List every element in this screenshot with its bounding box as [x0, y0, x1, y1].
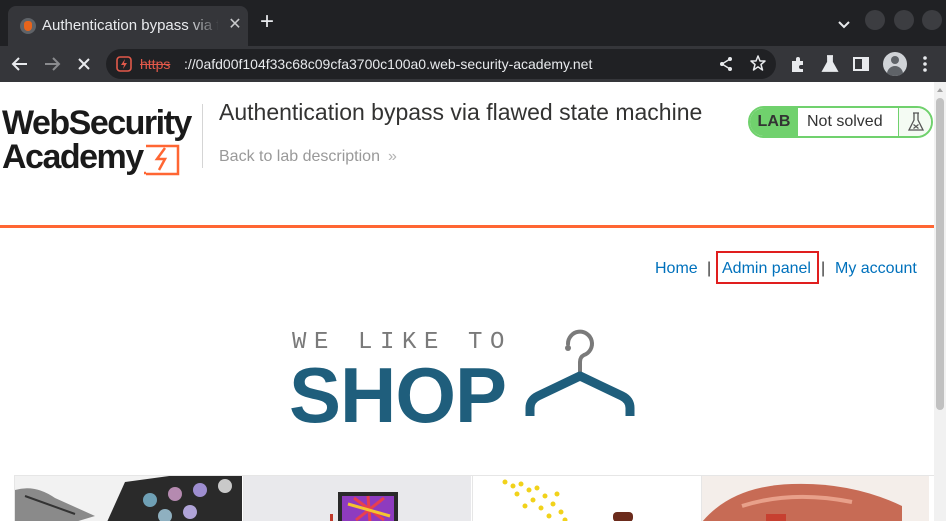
- shop-title: SHOP: [289, 351, 507, 439]
- browser-toolbar: https ://0afd00f104f33c68c09cfa3700c100a…: [0, 46, 946, 82]
- flask-icon-box: [898, 108, 931, 136]
- bookmark-star-icon[interactable]: [749, 54, 767, 72]
- burp-favicon-icon: [20, 18, 36, 34]
- lab-status-badge: LAB Not solved: [748, 106, 933, 138]
- product-card[interactable]: [14, 476, 242, 521]
- product-grid: [14, 475, 934, 521]
- nav-admin-panel-link[interactable]: Admin panel: [722, 260, 811, 278]
- new-tab-button[interactable]: +: [256, 10, 278, 34]
- product-image: [702, 476, 929, 521]
- share-icon[interactable]: [718, 56, 734, 72]
- back-link-label: Back to lab description: [219, 148, 380, 165]
- product-card[interactable]: [243, 476, 471, 521]
- url-scheme: https: [140, 56, 171, 72]
- lab-status-text: Not solved: [807, 113, 883, 130]
- extensions-puzzle-icon[interactable]: [788, 54, 808, 74]
- maximize-window-button[interactable]: [894, 10, 914, 30]
- scrollbar-thumb[interactable]: [936, 98, 944, 410]
- nav-separator: |: [707, 260, 712, 277]
- nav-my-account-link[interactable]: My account: [835, 260, 917, 278]
- logo-text-line2: Academy: [2, 138, 144, 176]
- product-image: [244, 476, 471, 521]
- back-arrow-icon[interactable]: [9, 53, 31, 75]
- page-viewport: WebSecurity Academy Authentication bypas…: [0, 82, 934, 521]
- product-card[interactable]: [701, 476, 929, 521]
- not-secure-warning-icon[interactable]: [116, 56, 132, 72]
- product-card[interactable]: [472, 476, 700, 521]
- address-bar[interactable]: https ://0afd00f104f33c68c09cfa3700c100a…: [106, 49, 776, 79]
- tab-search-chevron-icon[interactable]: [834, 14, 854, 34]
- nav-home-link[interactable]: Home: [655, 260, 698, 278]
- product-image: [15, 476, 242, 521]
- labs-flask-icon[interactable]: [820, 54, 840, 74]
- flask-icon: [907, 112, 925, 131]
- web-security-academy-logo[interactable]: WebSecurity Academy: [2, 104, 200, 178]
- header-accent-rule: [0, 225, 934, 228]
- browser-menu-icon[interactable]: [922, 54, 928, 74]
- back-to-lab-description-link[interactable]: Back to lab description »: [219, 148, 397, 166]
- double-chevron-right-icon: »: [387, 148, 397, 165]
- logo-bolt-icon: [144, 144, 180, 176]
- tab-title-fade: [188, 14, 220, 38]
- lab-badge-label: LAB: [750, 108, 798, 136]
- minimize-window-button[interactable]: [865, 10, 885, 30]
- browser-tab[interactable]: Authentication bypass via flawed state m…: [8, 6, 248, 46]
- close-window-button[interactable]: [922, 10, 942, 30]
- scroll-up-arrow-icon[interactable]: [936, 86, 944, 94]
- page-scrollbar[interactable]: [934, 82, 946, 521]
- clothes-hanger-icon: [525, 329, 635, 416]
- tab-close-icon[interactable]: ✕: [226, 16, 244, 34]
- header-divider: [202, 104, 203, 168]
- lab-title: Authentication bypass via flawed state m…: [219, 99, 703, 125]
- stop-loading-icon[interactable]: [73, 53, 95, 75]
- product-image: [473, 476, 700, 521]
- nav-separator: |: [821, 260, 826, 277]
- profile-avatar-icon[interactable]: [883, 52, 907, 76]
- browser-tab-bar: Authentication bypass via flawed state m…: [0, 0, 946, 46]
- side-panel-icon[interactable]: [851, 54, 871, 74]
- forward-arrow-icon[interactable]: [41, 53, 63, 75]
- url-text: ://0afd00f104f33c68c09cfa3700c100a0.web-…: [184, 56, 593, 72]
